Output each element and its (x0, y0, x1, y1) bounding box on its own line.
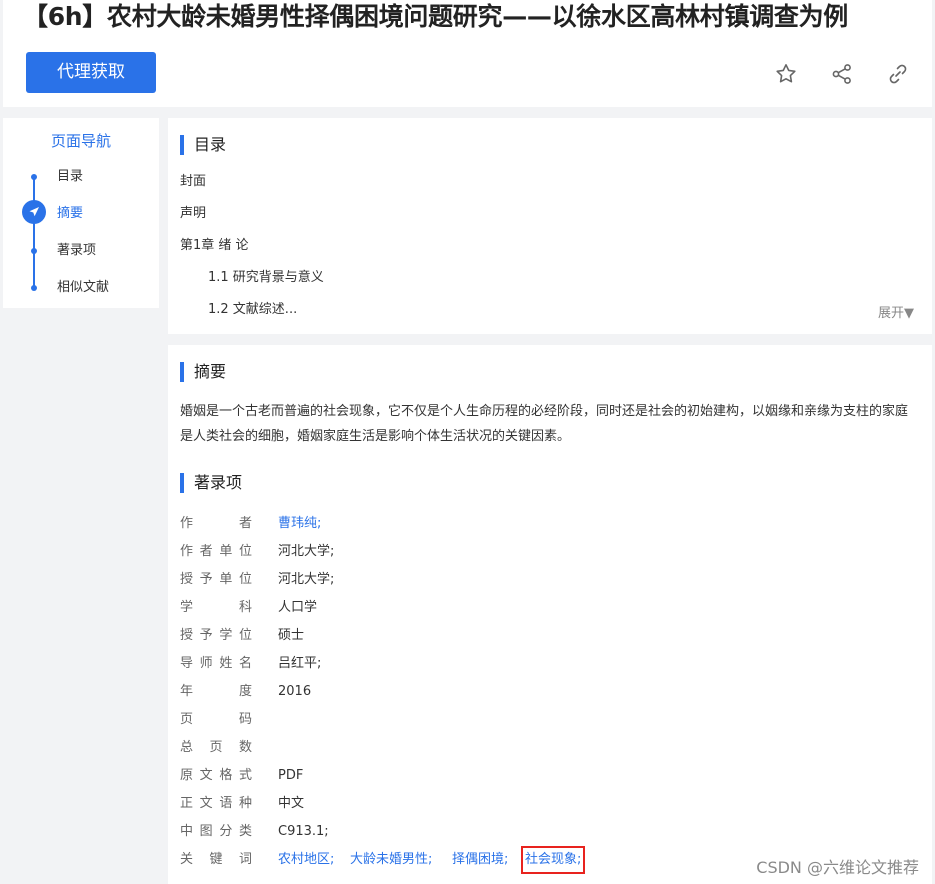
navigation-arrow-icon (22, 200, 46, 224)
nav-dot (31, 285, 37, 291)
keyword-link-highlighted[interactable]: 社会现象; (520, 846, 586, 874)
keyword-link[interactable]: 农村地区; (278, 850, 334, 870)
toc-item[interactable]: 封面 (180, 173, 206, 191)
heading-bar (180, 362, 184, 382)
abstract-record-section: 摘要 婚姻是一个古老而普遍的社会现象，它不仅是个人生命历程的必经阶段，同时还是社… (168, 345, 932, 884)
heading-bar (180, 473, 184, 493)
keyword-link[interactable]: 择偶困境; (452, 850, 508, 870)
nav-item-similar[interactable]: 相似文献 (57, 279, 109, 297)
share-icon[interactable] (830, 62, 854, 86)
page-navigation: 页面导航 目录 摘要 著录项 相似文献 (3, 118, 159, 308)
toc-item[interactable]: 声明 (180, 205, 206, 223)
nav-dot (31, 248, 37, 254)
page-title: 【6h】农村大龄未婚男性择偶困境问题研究——以徐水区高林村镇调查为例 (23, 2, 848, 31)
nav-title: 页面导航 (50, 132, 111, 150)
nav-dot (31, 174, 37, 180)
toc-section: 目录 封面 声明 第1章 绪 论 1.1 研究背景与意义 1.2 文献综述...… (168, 118, 932, 334)
link-icon[interactable] (886, 62, 910, 86)
nav-item-toc[interactable]: 目录 (57, 168, 83, 186)
toc-heading-label: 目录 (194, 135, 227, 154)
watermark: CSDN @六维论文推荐 (756, 858, 919, 877)
toc-expand-toggle[interactable]: 展开▼ (878, 302, 914, 321)
nav-item-record[interactable]: 著录项 (57, 242, 96, 260)
author-link[interactable]: 曹玮纯; (278, 514, 321, 534)
document-header: 【6h】农村大龄未婚男性择偶困境问题研究——以徐水区高林村镇调查为例 代理获取 (3, 0, 932, 107)
heading-bar (180, 135, 184, 155)
nav-timeline (33, 178, 35, 288)
record-heading-label: 著录项 (194, 473, 243, 492)
toc-item[interactable]: 1.2 文献综述... (208, 301, 297, 319)
star-icon[interactable] (774, 62, 798, 86)
abstract-text: 婚姻是一个古老而普遍的社会现象，它不仅是个人生命历程的必经阶段，同时还是社会的初… (180, 404, 909, 444)
nav-item-abstract[interactable]: 摘要 (57, 205, 83, 223)
abstract-heading-label: 摘要 (194, 362, 227, 381)
proxy-fetch-button[interactable]: 代理获取 (26, 52, 156, 93)
record-row-keywords: 关键词 农村地区; 大龄未婚男性; 择偶困境; 社会现象; (180, 846, 780, 874)
toc-item[interactable]: 1.1 研究背景与意义 (208, 269, 324, 287)
toc-item[interactable]: 第1章 绪 论 (180, 237, 249, 255)
keyword-link[interactable]: 大龄未婚男性; (350, 850, 432, 870)
